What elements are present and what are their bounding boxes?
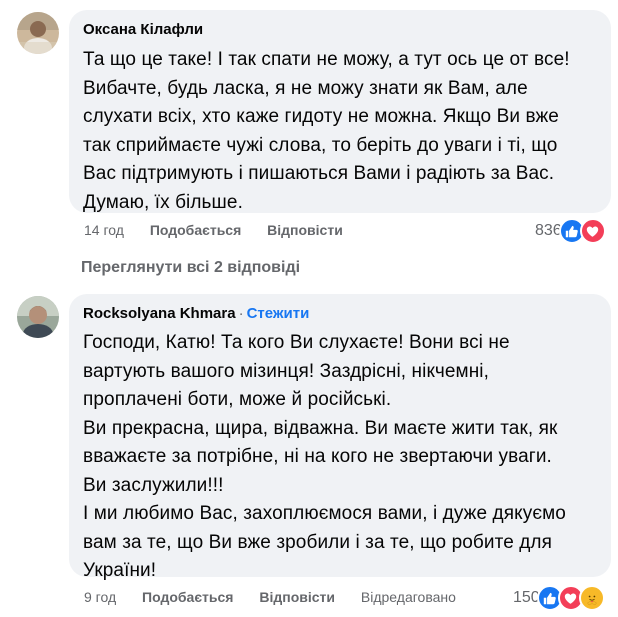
comment-bubble: Оксана Кілафли Та що це таке! І так спат… — [69, 10, 611, 213]
comment-author-line: Rocksolyana Khmara · Стежити — [83, 304, 597, 324]
reply-button[interactable]: Відповісти — [267, 222, 343, 238]
reaction-count: 836 — [535, 222, 562, 239]
view-replies-link[interactable]: Переглянути всі 2 відповіді — [81, 258, 300, 278]
like-button[interactable]: Подобається — [150, 222, 241, 238]
avatar[interactable] — [17, 12, 59, 54]
separator: · — [238, 305, 244, 322]
comment-time[interactable]: 9 год — [84, 589, 116, 605]
comment-actions: 9 год Подобається Відповісти Відредагова… — [84, 588, 478, 606]
avatar[interactable] — [17, 296, 59, 338]
reaction-summary[interactable]: 836 — [535, 218, 606, 244]
comment-author[interactable]: Оксана Кілафли — [83, 20, 597, 40]
reaction-count: 150 — [513, 589, 540, 606]
comment-text: Та що це таке! І так спати не можу, а ту… — [83, 49, 570, 213]
comment-actions: 14 год Подобається Відповісти — [84, 221, 365, 239]
comment-time[interactable]: 14 год — [84, 222, 124, 238]
reply-button[interactable]: Відповісти — [259, 589, 335, 605]
comment-bubble: Rocksolyana Khmara · Стежити Господи, Катю… — [69, 294, 611, 581]
love-icon — [579, 218, 606, 244]
follow-button[interactable]: Стежити — [247, 305, 310, 322]
reaction-summary[interactable]: 150 — [513, 585, 605, 611]
like-button[interactable]: Подобається — [142, 589, 233, 605]
comment-author[interactable]: Rocksolyana Khmara — [83, 305, 236, 322]
care-icon — [578, 585, 605, 611]
edited-label: Відредаговано — [360, 589, 456, 605]
comment-text: Господи, Катю! Та кого Ви слухаєте! Вони… — [83, 332, 566, 581]
